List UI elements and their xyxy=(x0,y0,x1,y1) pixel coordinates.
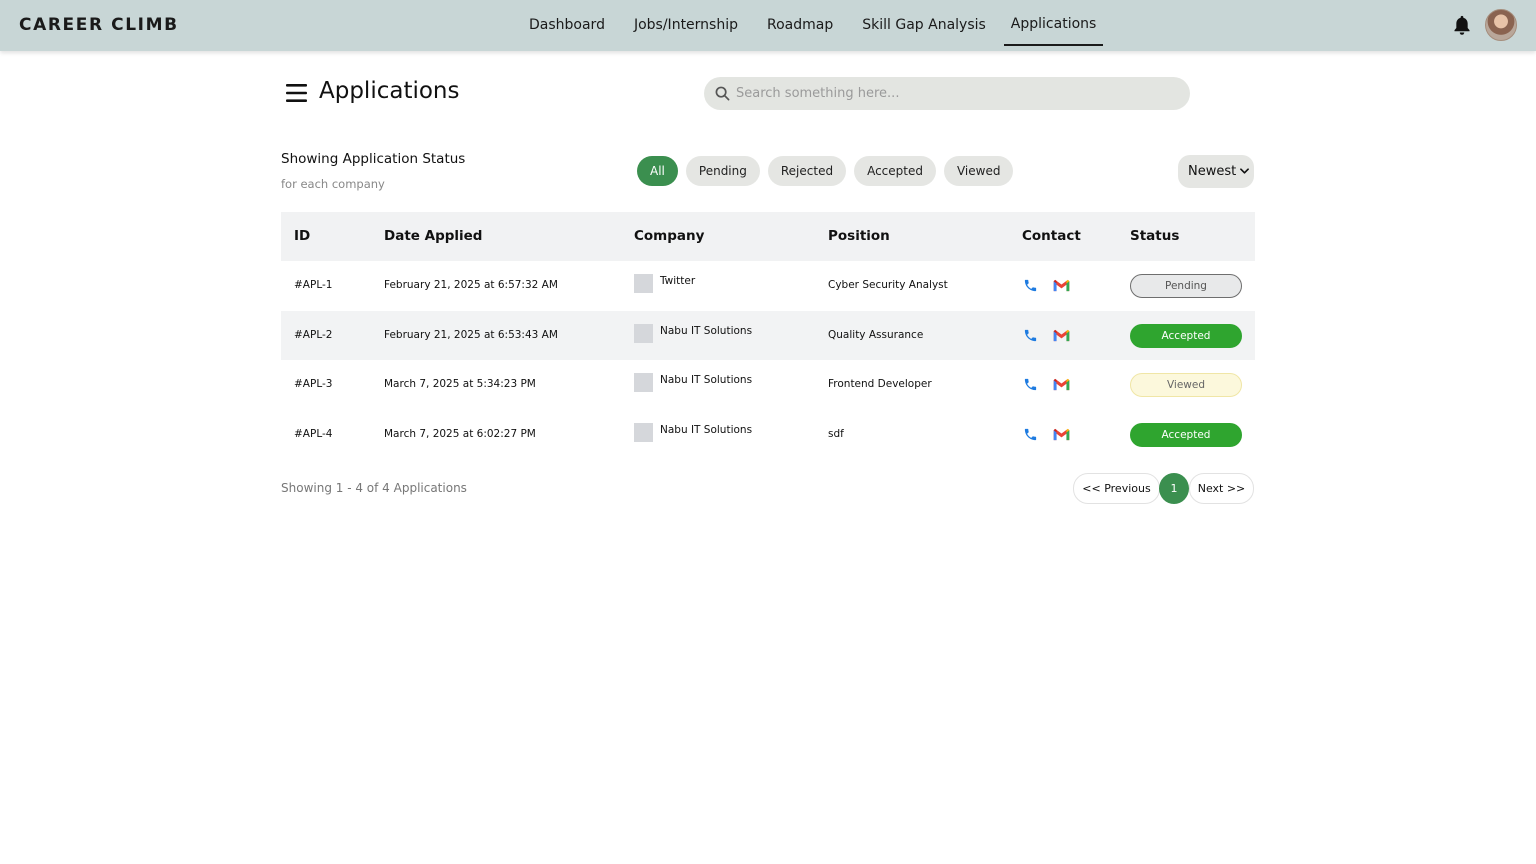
cell-company: Twitter xyxy=(660,275,696,287)
column-header-status[interactable]: Status xyxy=(1130,212,1179,261)
status-badge: Accepted xyxy=(1130,323,1242,348)
cell-company: Nabu IT Solutions xyxy=(660,374,753,386)
nav-item-roadmap[interactable]: Roadmap xyxy=(756,0,844,51)
column-header-date-applied[interactable]: Date Applied xyxy=(384,212,482,261)
cell-date-applied: March 7, 2025 at 6:02:27 PM xyxy=(384,427,536,440)
cell-position: Frontend Developer xyxy=(828,378,932,390)
filter-chip-viewed[interactable]: Viewed xyxy=(943,156,1014,186)
cell-id: #APL-3 xyxy=(294,378,333,390)
next-page-button[interactable]: Next >> xyxy=(1189,473,1254,504)
cell-company: Nabu IT Solutions xyxy=(660,324,753,337)
cell-position: sdf xyxy=(828,427,844,440)
cell-position: Quality Assurance xyxy=(828,328,924,341)
nav-item-skill-gap-analysis[interactable]: Skill Gap Analysis xyxy=(851,0,997,51)
cell-date-applied: February 21, 2025 at 6:53:43 AM xyxy=(384,328,558,341)
table-header: ID Date Applied Company Position Contact… xyxy=(281,212,1255,261)
column-header-id[interactable]: ID xyxy=(294,212,310,261)
status-subheading: for each company xyxy=(281,177,385,191)
bell-icon[interactable] xyxy=(1452,14,1472,36)
cell-date-applied: March 7, 2025 at 5:34:23 PM xyxy=(384,378,536,390)
phone-icon[interactable] xyxy=(1023,328,1038,343)
cell-position: Cyber Security Analyst xyxy=(828,279,948,291)
company-logo xyxy=(634,373,653,392)
cell-id: #APL-2 xyxy=(294,328,333,341)
sort-selected-value: Newest xyxy=(1188,164,1237,179)
page-1-button[interactable]: 1 xyxy=(1159,473,1189,504)
filter-chip-all[interactable]: All xyxy=(637,156,678,186)
chevron-down-icon xyxy=(1240,168,1249,174)
avatar[interactable] xyxy=(1485,9,1517,41)
cell-company: Nabu IT Solutions xyxy=(660,423,753,436)
status-badge: Accepted xyxy=(1130,422,1242,447)
nav-links: Dashboard Jobs/Internship Roadmap Skill … xyxy=(518,0,1110,51)
table-row[interactable]: #APL-3 March 7, 2025 at 5:34:23 PM Nabu … xyxy=(281,360,1255,410)
nav-item-dashboard[interactable]: Dashboard xyxy=(518,0,616,51)
menu-icon[interactable] xyxy=(286,83,307,103)
table-row[interactable]: #APL-2 February 21, 2025 at 6:53:43 AM N… xyxy=(281,310,1255,360)
brand-logo[interactable]: CAREER CLIMB xyxy=(19,15,179,35)
applications-table: ID Date Applied Company Position Contact… xyxy=(281,212,1255,459)
gmail-icon[interactable] xyxy=(1053,329,1070,342)
status-filters: All Pending Rejected Accepted Viewed xyxy=(637,156,1021,186)
status-badge: Viewed xyxy=(1130,373,1242,397)
filter-chip-accepted[interactable]: Accepted xyxy=(854,156,936,186)
search-icon xyxy=(715,86,730,101)
filter-chip-rejected[interactable]: Rejected xyxy=(767,156,847,186)
gmail-icon[interactable] xyxy=(1053,378,1070,391)
table-row[interactable]: #APL-1 February 21, 2025 at 6:57:32 AM T… xyxy=(281,261,1255,311)
phone-icon[interactable] xyxy=(1023,377,1038,392)
search-input[interactable] xyxy=(736,77,1176,110)
filter-chip-pending[interactable]: Pending xyxy=(685,156,760,186)
column-header-company[interactable]: Company xyxy=(634,212,704,261)
column-header-contact: Contact xyxy=(1022,228,1081,244)
cell-id: #APL-4 xyxy=(294,427,333,440)
phone-icon[interactable] xyxy=(1023,427,1038,442)
search-bar[interactable] xyxy=(704,77,1190,110)
showing-count: Showing 1 - 4 of 4 Applications xyxy=(281,481,467,495)
top-navbar: CAREER CLIMB Dashboard Jobs/Internship R… xyxy=(0,0,1536,51)
page-title: Applications xyxy=(319,78,460,104)
nav-item-jobs-internship[interactable]: Jobs/Internship xyxy=(623,0,749,51)
column-header-position[interactable]: Position xyxy=(828,212,890,261)
company-logo xyxy=(634,274,653,293)
gmail-icon[interactable] xyxy=(1053,279,1070,292)
table-row[interactable]: #APL-4 March 7, 2025 at 6:02:27 PM Nabu … xyxy=(281,410,1255,460)
cell-id: #APL-1 xyxy=(294,279,333,291)
nav-item-applications[interactable]: Applications xyxy=(1003,0,1104,46)
sort-select[interactable]: Newest xyxy=(1178,155,1254,188)
phone-icon[interactable] xyxy=(1023,278,1038,293)
company-logo xyxy=(634,323,653,343)
status-heading: Showing Application Status xyxy=(281,151,466,167)
status-badge: Pending xyxy=(1130,274,1242,298)
previous-page-button[interactable]: << Previous xyxy=(1073,473,1160,504)
company-logo xyxy=(634,422,653,442)
gmail-icon[interactable] xyxy=(1053,428,1070,441)
cell-date-applied: February 21, 2025 at 6:57:32 AM xyxy=(384,279,558,291)
